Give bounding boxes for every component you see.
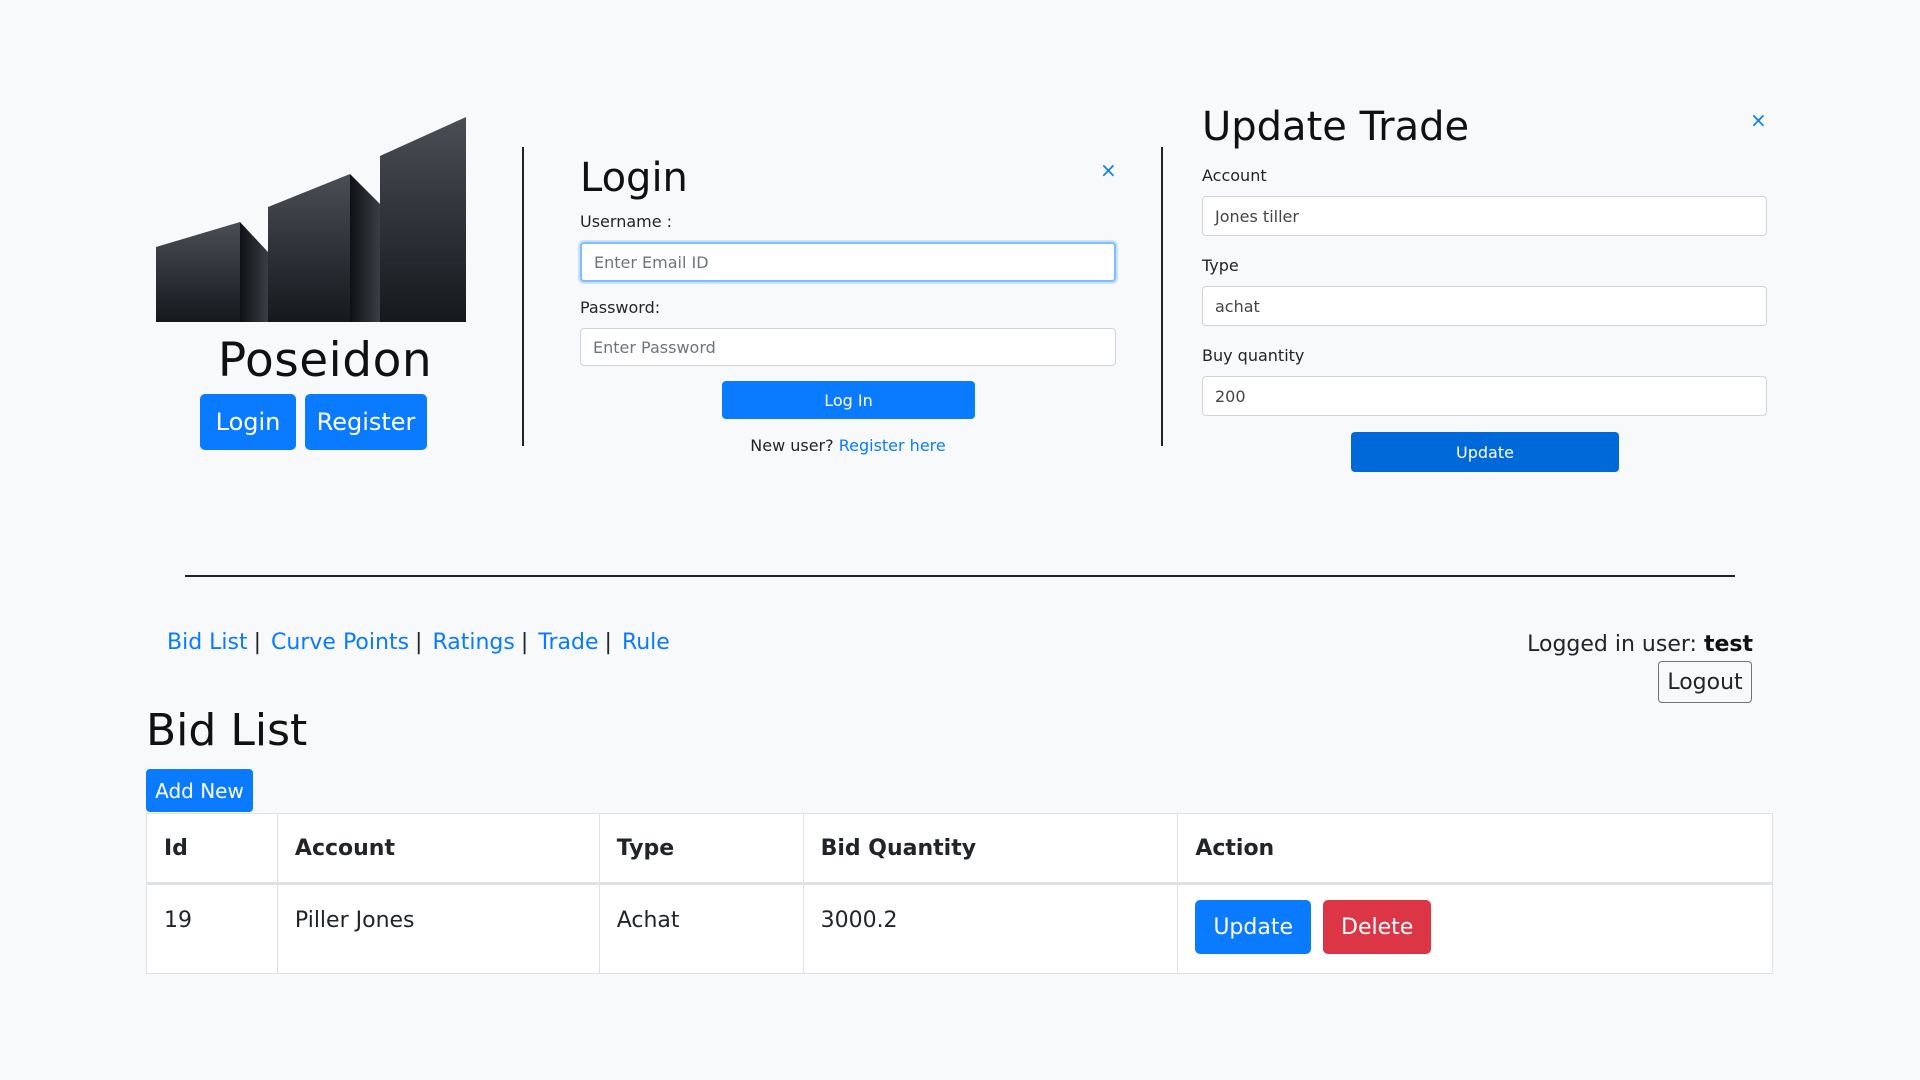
new-user-line: New user? Register here bbox=[580, 436, 1116, 455]
column-header-action: Action bbox=[1177, 813, 1773, 885]
column-header-account: Account bbox=[276, 813, 600, 885]
register-here-link[interactable]: Register here bbox=[839, 436, 946, 455]
type-label: Type bbox=[1202, 256, 1239, 275]
brand-name: Poseidon bbox=[217, 333, 433, 388]
bid-list-table: Id Account Type Bid Quantity Action 19 P… bbox=[146, 813, 1773, 974]
nav-trade[interactable]: Trade bbox=[538, 630, 598, 655]
column-header-id: Id bbox=[146, 813, 278, 885]
nav-separator: | bbox=[415, 630, 423, 655]
column-header-bid-quantity: Bid Quantity bbox=[802, 813, 1179, 885]
nav-rule[interactable]: Rule bbox=[622, 630, 670, 655]
login-title: Login bbox=[580, 155, 688, 201]
trade-update-button[interactable]: Update bbox=[1351, 432, 1619, 472]
hero-register-button[interactable]: Register bbox=[305, 394, 427, 450]
logout-button[interactable]: Logout bbox=[1658, 661, 1752, 703]
account-input[interactable]: Jones tiller bbox=[1202, 196, 1767, 236]
nav-curve-points[interactable]: Curve Points bbox=[271, 630, 409, 655]
nav-separator: | bbox=[253, 630, 262, 655]
cell-actions: Update Delete bbox=[1177, 883, 1773, 974]
new-user-text: New user? bbox=[750, 436, 834, 455]
table-row: 19 Piller Jones Achat 3000.2 Update Dele… bbox=[146, 883, 1773, 974]
column-header-type: Type bbox=[598, 813, 804, 885]
username-input[interactable]: Enter Email ID bbox=[580, 242, 1116, 282]
row-update-button[interactable]: Update bbox=[1195, 900, 1311, 954]
add-new-button[interactable]: Add New bbox=[146, 769, 253, 812]
row-delete-button[interactable]: Delete bbox=[1323, 900, 1432, 954]
vertical-divider bbox=[522, 147, 524, 446]
logged-in-user: Logged in user: test bbox=[1527, 632, 1753, 657]
main-nav: Bid List | Curve Points | Ratings | Trad… bbox=[167, 630, 670, 655]
log-in-button[interactable]: Log In bbox=[722, 381, 975, 419]
horizontal-divider bbox=[185, 575, 1735, 577]
poseidon-logo-icon bbox=[156, 117, 466, 322]
nav-separator: | bbox=[520, 630, 529, 655]
cell-type: Achat bbox=[598, 883, 804, 974]
nav-separator: | bbox=[604, 630, 612, 655]
cell-account: Piller Jones bbox=[276, 883, 600, 974]
account-label: Account bbox=[1202, 166, 1267, 185]
type-input[interactable]: achat bbox=[1202, 286, 1767, 326]
logged-in-prefix: Logged in user: bbox=[1527, 632, 1697, 657]
bid-list-title: Bid List bbox=[146, 705, 308, 756]
hero-login-button[interactable]: Login bbox=[200, 394, 296, 450]
vertical-divider bbox=[1161, 147, 1163, 446]
cell-id: 19 bbox=[146, 883, 278, 974]
logged-in-username: test bbox=[1703, 632, 1753, 657]
update-trade-title: Update Trade bbox=[1202, 104, 1470, 150]
username-label: Username : bbox=[580, 212, 673, 231]
cell-bid-quantity: 3000.2 bbox=[802, 883, 1179, 974]
update-trade-close-icon[interactable]: × bbox=[1750, 108, 1767, 132]
buy-quantity-label: Buy quantity bbox=[1202, 346, 1305, 365]
nav-bid-list[interactable]: Bid List bbox=[167, 630, 248, 655]
buy-quantity-input[interactable]: 200 bbox=[1202, 376, 1767, 416]
login-close-icon[interactable]: × bbox=[1100, 158, 1117, 182]
password-label: Password: bbox=[580, 298, 661, 317]
table-header-row: Id Account Type Bid Quantity Action bbox=[146, 813, 1773, 885]
nav-ratings[interactable]: Ratings bbox=[432, 630, 514, 655]
password-input[interactable]: Enter Password bbox=[580, 328, 1116, 366]
